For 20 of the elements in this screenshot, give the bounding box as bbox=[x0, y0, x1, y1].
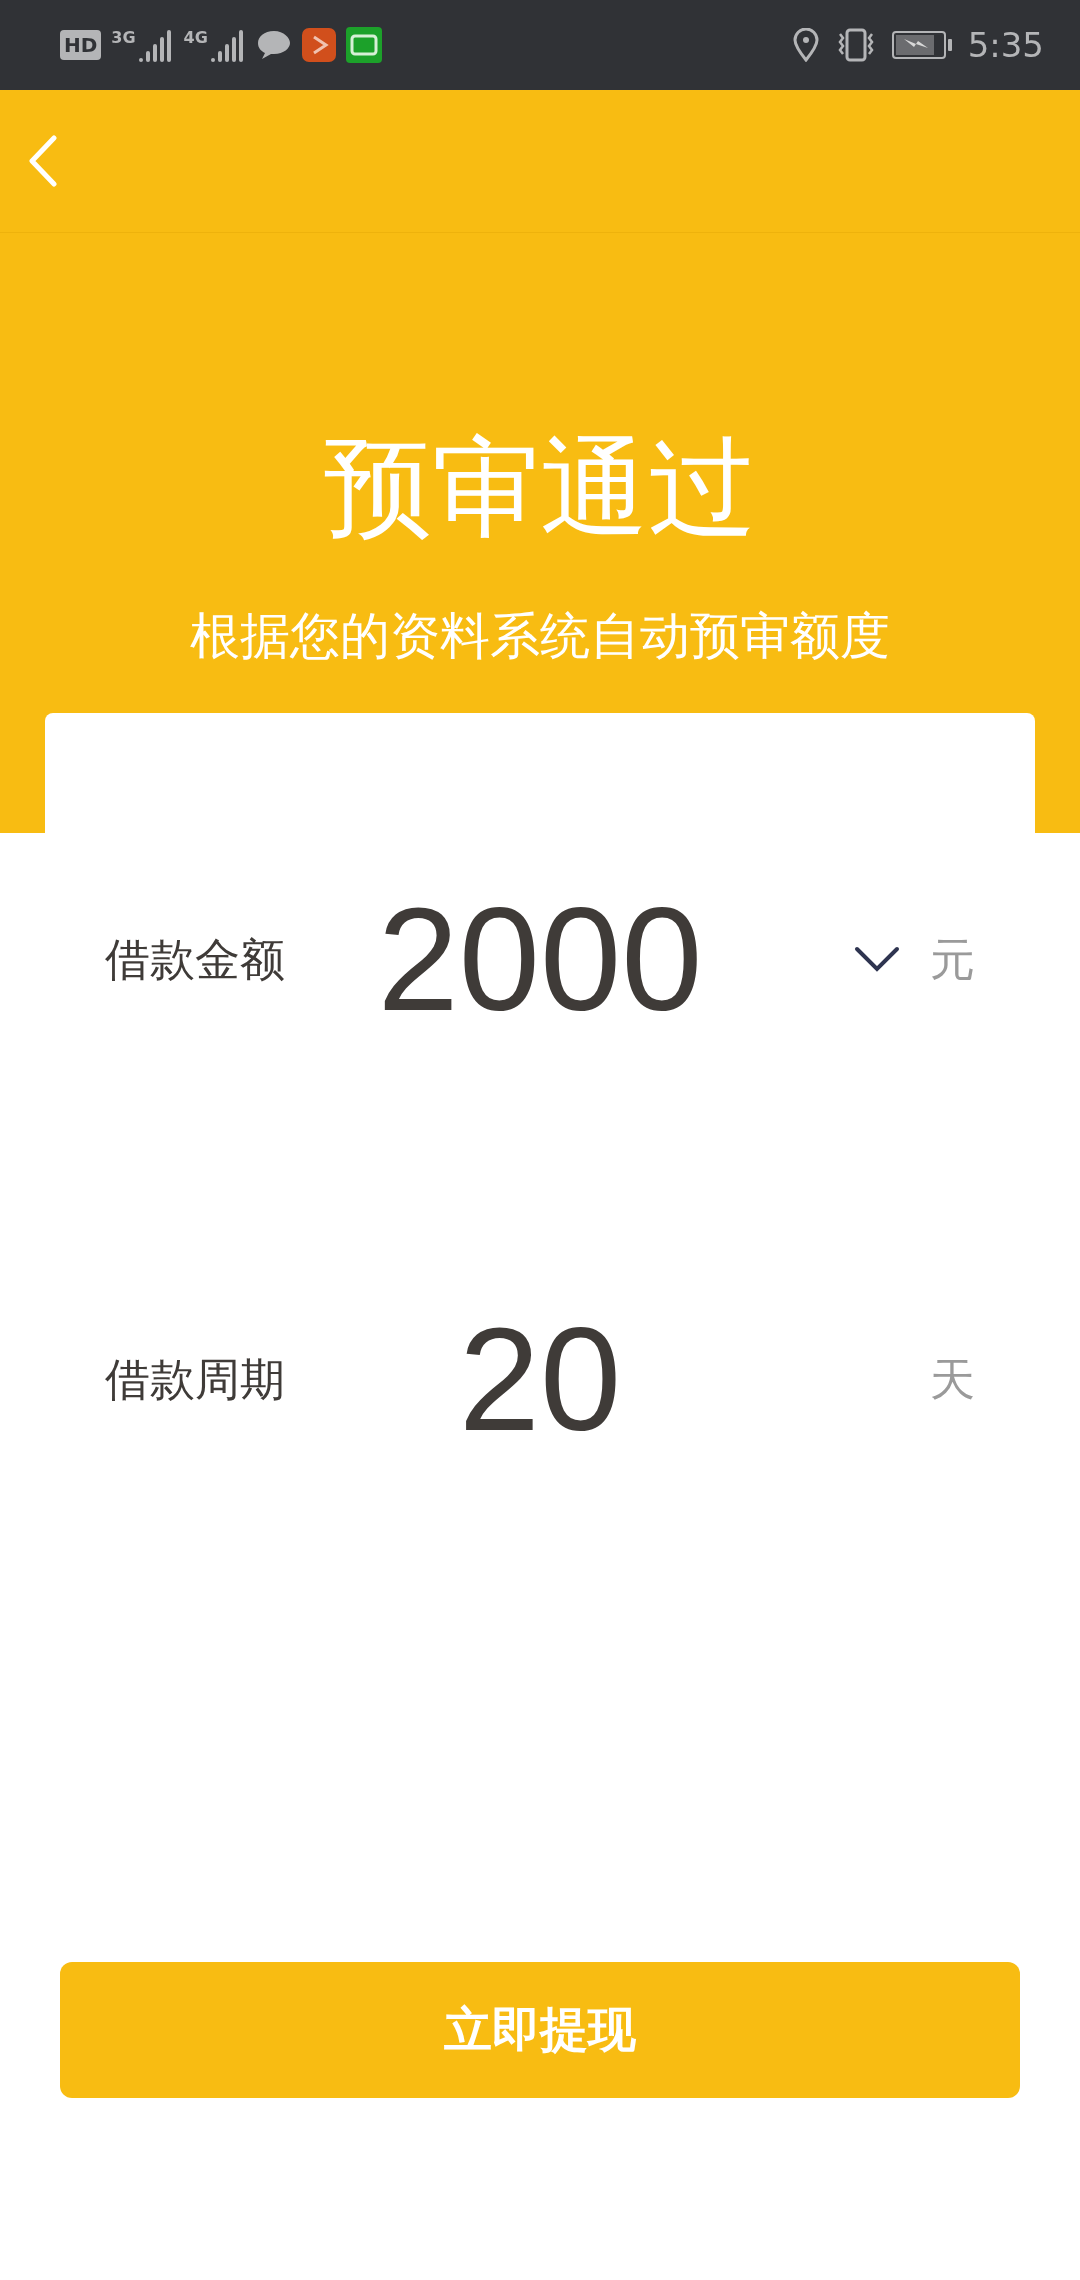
unit-label: 元 bbox=[930, 932, 975, 988]
chevron-down-icon[interactable] bbox=[854, 946, 900, 974]
unit-label: 天 bbox=[930, 1352, 975, 1408]
clock-time: 5:35 bbox=[967, 25, 1044, 65]
location-icon bbox=[791, 28, 820, 62]
field-label: 借款金额 bbox=[105, 932, 286, 988]
field-label: 借款周期 bbox=[105, 1352, 286, 1408]
tv-app-icon bbox=[345, 27, 382, 63]
network-label: 3G bbox=[111, 28, 136, 47]
network-label: 4G bbox=[183, 28, 208, 47]
signal-icon bbox=[209, 28, 246, 62]
page-subtitle: 根据您的资料系统自动预审额度 bbox=[190, 606, 890, 667]
value-field[interactable]: 20 bbox=[365, 1296, 715, 1464]
value-field[interactable]: 2000 bbox=[365, 876, 715, 1044]
page-title: 预审通过 bbox=[324, 424, 756, 552]
battery-icon bbox=[891, 29, 954, 61]
signal-icon bbox=[137, 28, 174, 62]
hd-badge: HD bbox=[60, 30, 102, 60]
play-app-icon bbox=[301, 28, 336, 62]
chat-bubble-icon bbox=[255, 29, 292, 61]
